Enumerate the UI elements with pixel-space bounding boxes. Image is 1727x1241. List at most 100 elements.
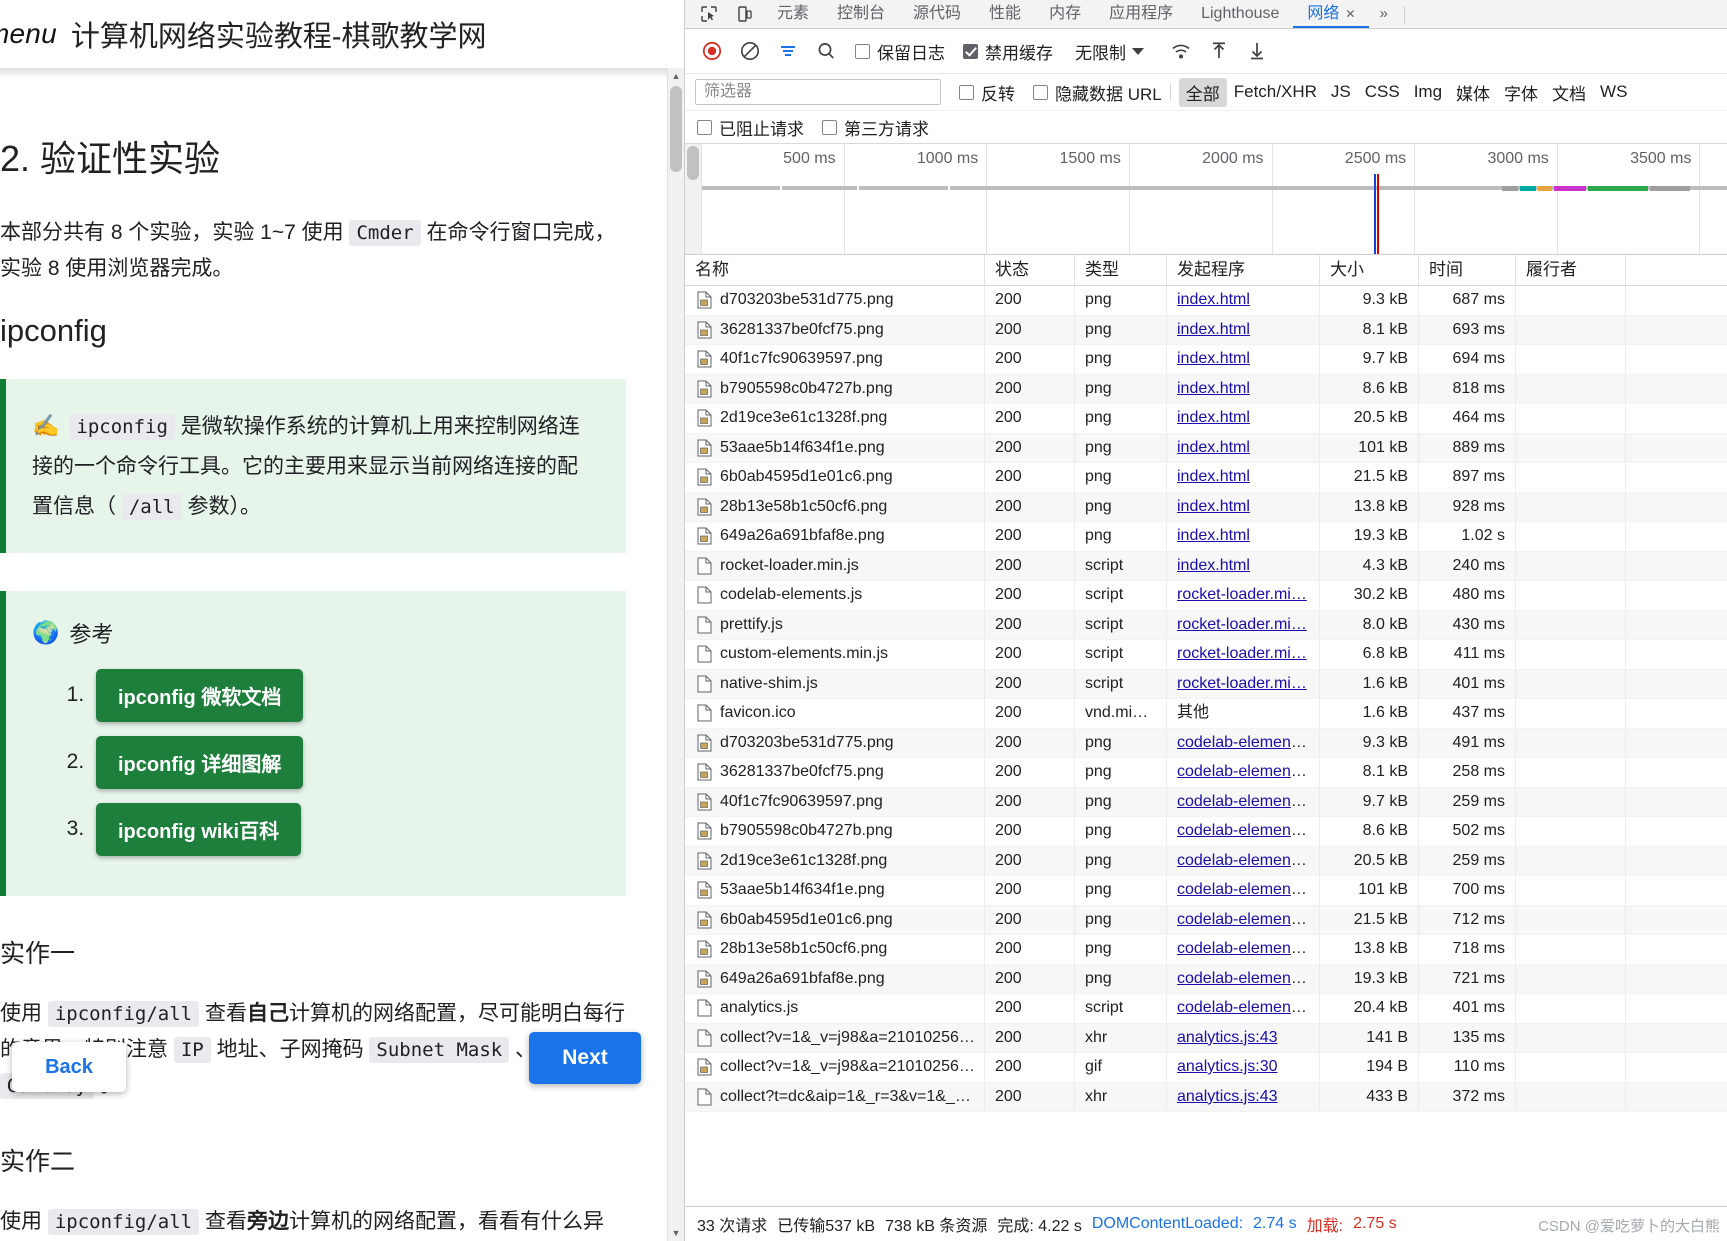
- initiator-link[interactable]: analytics.js:43: [1177, 1088, 1278, 1105]
- initiator-link[interactable]: rocket-loader.mi…: [1177, 616, 1307, 633]
- table-row[interactable]: 28b13e58b1c50cf6.png 200 png index.html 13.8…: [685, 492, 1727, 522]
- table-row[interactable]: 36281337be0fcf75.png 200 png codelab-elemen…: [685, 758, 1727, 788]
- cell-initiator[interactable]: analytics.js:43: [1167, 1023, 1320, 1052]
- column-header-type[interactable]: 类型: [1075, 255, 1167, 285]
- table-row[interactable]: collect?t=dc&aip=1&_r=3&v=1&_… 200 xhr anal…: [685, 1082, 1727, 1112]
- table-row[interactable]: 36281337be0fcf75.png 200 png index.html 8.1 …: [685, 315, 1727, 345]
- initiator-link[interactable]: index.html: [1177, 468, 1250, 485]
- table-row[interactable]: 2d19ce3e61c1328f.png 200 png index.html 20.5…: [685, 404, 1727, 434]
- initiator-link[interactable]: codelab-element…: [1177, 822, 1311, 839]
- blocked-requests-checkbox[interactable]: 已阻止请求: [697, 115, 804, 140]
- cell-name[interactable]: b7905598c0b4727b.png: [685, 817, 985, 846]
- table-row[interactable]: 2d19ce3e61c1328f.png 200 png codelab-elemen…: [685, 846, 1727, 876]
- initiator-link[interactable]: rocket-loader.mi…: [1177, 586, 1307, 603]
- initiator-link[interactable]: codelab-element…: [1177, 940, 1311, 957]
- cell-name[interactable]: 6b0ab4595d1e01c6.png: [685, 463, 985, 492]
- cell-name[interactable]: 40f1c7fc90639597.png: [685, 345, 985, 374]
- cell-name[interactable]: d703203be531d775.png: [685, 728, 985, 757]
- cell-initiator[interactable]: index.html: [1167, 345, 1320, 374]
- cell-initiator[interactable]: rocket-loader.mi…: [1167, 610, 1320, 639]
- tab-memory[interactable]: 内存: [1035, 0, 1095, 28]
- filter-type-ws[interactable]: WS: [1593, 80, 1634, 104]
- clear-button[interactable]: [733, 34, 767, 68]
- cell-initiator[interactable]: 其他: [1167, 699, 1320, 728]
- initiator-link[interactable]: codelab-element…: [1177, 852, 1311, 869]
- table-row[interactable]: b7905598c0b4727b.png 200 png index.html 8.6 …: [685, 374, 1727, 404]
- filter-type-doc[interactable]: 文档: [1545, 78, 1593, 107]
- column-header-size[interactable]: 大小: [1320, 255, 1419, 285]
- next-button[interactable]: Next: [529, 1032, 641, 1084]
- reference-link-3[interactable]: ipconfig wiki百科: [96, 802, 302, 856]
- tab-console[interactable]: 控制台: [823, 0, 899, 28]
- close-icon[interactable]: ✕: [1345, 7, 1355, 21]
- initiator-link[interactable]: index.html: [1177, 557, 1250, 574]
- column-header-name[interactable]: 名称: [685, 255, 985, 285]
- cell-name[interactable]: prettify.js: [685, 610, 985, 639]
- filter-type-js[interactable]: JS: [1324, 80, 1358, 104]
- filter-type-all[interactable]: 全部: [1178, 77, 1227, 107]
- filter-icon[interactable]: [771, 34, 805, 68]
- preserve-log-checkbox[interactable]: 保留日志: [855, 39, 945, 64]
- scroll-up-icon[interactable]: ▲: [668, 68, 684, 84]
- cell-name[interactable]: 2d19ce3e61c1328f.png: [685, 404, 985, 433]
- initiator-link[interactable]: codelab-element…: [1177, 763, 1311, 780]
- cell-initiator[interactable]: codelab-element…: [1167, 876, 1320, 905]
- tab-application[interactable]: 应用程序: [1095, 0, 1187, 28]
- overview-timeline[interactable]: 3500 ms 3000 ms 2500 ms 2000 ms 1500 ms 1000 …: [702, 144, 1727, 254]
- initiator-link[interactable]: analytics.js:30: [1177, 1058, 1278, 1075]
- cell-initiator[interactable]: index.html: [1167, 374, 1320, 403]
- initiator-link[interactable]: rocket-loader.mi…: [1177, 675, 1307, 692]
- filter-type-img[interactable]: Img: [1407, 80, 1449, 104]
- cell-name[interactable]: 28b13e58b1c50cf6.png: [685, 492, 985, 521]
- cell-name[interactable]: 36281337be0fcf75.png: [685, 758, 985, 787]
- table-row[interactable]: 649a26a691bfaf8e.png 200 png codelab-elemen…: [685, 964, 1727, 994]
- cell-initiator[interactable]: codelab-element…: [1167, 758, 1320, 787]
- initiator-link[interactable]: index.html: [1177, 291, 1250, 308]
- hide-data-url-checkbox[interactable]: 隐藏数据 URL: [1033, 80, 1162, 105]
- cell-name[interactable]: favicon.ico: [685, 699, 985, 728]
- back-button[interactable]: Back: [12, 1042, 126, 1092]
- table-row[interactable]: collect?v=1&_v=j98&a=21010256… 200 gif anal…: [685, 1053, 1727, 1083]
- table-row[interactable]: favicon.ico 200 vnd.micr… 其他 1.6 kB 437 ms: [685, 699, 1727, 729]
- table-row[interactable]: custom-elements.min.js 200 script rocket-lo…: [685, 640, 1727, 670]
- cell-initiator[interactable]: index.html: [1167, 404, 1320, 433]
- cell-name[interactable]: 53aae5b14f634f1e.png: [685, 433, 985, 462]
- column-header-waterfall[interactable]: 履行者: [1516, 255, 1626, 285]
- initiator-link[interactable]: codelab-element…: [1177, 734, 1311, 751]
- table-row[interactable]: rocket-loader.min.js 200 script index.html 4…: [685, 551, 1727, 581]
- tab-network[interactable]: 网络 ✕: [1293, 0, 1370, 28]
- cell-initiator[interactable]: index.html: [1167, 522, 1320, 551]
- tab-sources[interactable]: 源代码: [899, 0, 975, 28]
- cell-initiator[interactable]: codelab-element…: [1167, 728, 1320, 757]
- table-row[interactable]: 28b13e58b1c50cf6.png 200 png codelab-elemen…: [685, 935, 1727, 965]
- initiator-link[interactable]: index.html: [1177, 439, 1250, 456]
- cell-name[interactable]: collect?v=1&_v=j98&a=21010256…: [685, 1023, 985, 1052]
- cell-name[interactable]: 28b13e58b1c50cf6.png: [685, 935, 985, 964]
- cell-name[interactable]: analytics.js: [685, 994, 985, 1023]
- inspect-element-icon[interactable]: [691, 0, 727, 28]
- cell-name[interactable]: d703203be531d775.png: [685, 286, 985, 315]
- table-row[interactable]: analytics.js 200 script codelab-element… 20.…: [685, 994, 1727, 1024]
- cell-initiator[interactable]: index.html: [1167, 433, 1320, 462]
- table-row[interactable]: 53aae5b14f634f1e.png 200 png codelab-elemen…: [685, 876, 1727, 906]
- throttling-select[interactable]: 无限制: [1065, 36, 1150, 67]
- record-button[interactable]: [695, 34, 729, 68]
- cell-name[interactable]: 649a26a691bfaf8e.png: [685, 964, 985, 993]
- cell-initiator[interactable]: index.html: [1167, 315, 1320, 344]
- table-row[interactable]: prettify.js 200 script rocket-loader.mi… 8.0…: [685, 610, 1727, 640]
- cell-initiator[interactable]: analytics.js:30: [1167, 1053, 1320, 1082]
- table-row[interactable]: d703203be531d775.png 200 png index.html 9.3 …: [685, 286, 1727, 316]
- cell-initiator[interactable]: codelab-element…: [1167, 817, 1320, 846]
- more-tabs-icon[interactable]: »: [1369, 0, 1397, 28]
- initiator-link[interactable]: index.html: [1177, 380, 1250, 397]
- cell-name[interactable]: collect?t=dc&aip=1&_r=3&v=1&_…: [685, 1082, 985, 1111]
- table-row[interactable]: 649a26a691bfaf8e.png 200 png index.html 19.3…: [685, 522, 1727, 552]
- cell-name[interactable]: custom-elements.min.js: [685, 640, 985, 669]
- cell-name[interactable]: 2d19ce3e61c1328f.png: [685, 846, 985, 875]
- cell-name[interactable]: rocket-loader.min.js: [685, 551, 985, 580]
- wifi-settings-icon[interactable]: [1164, 34, 1198, 68]
- disable-cache-checkbox[interactable]: 禁用缓存: [963, 39, 1053, 64]
- cell-initiator[interactable]: rocket-loader.mi…: [1167, 640, 1320, 669]
- tab-performance[interactable]: 性能: [975, 0, 1035, 28]
- cell-name[interactable]: collect?v=1&_v=j98&a=21010256…: [685, 1053, 985, 1082]
